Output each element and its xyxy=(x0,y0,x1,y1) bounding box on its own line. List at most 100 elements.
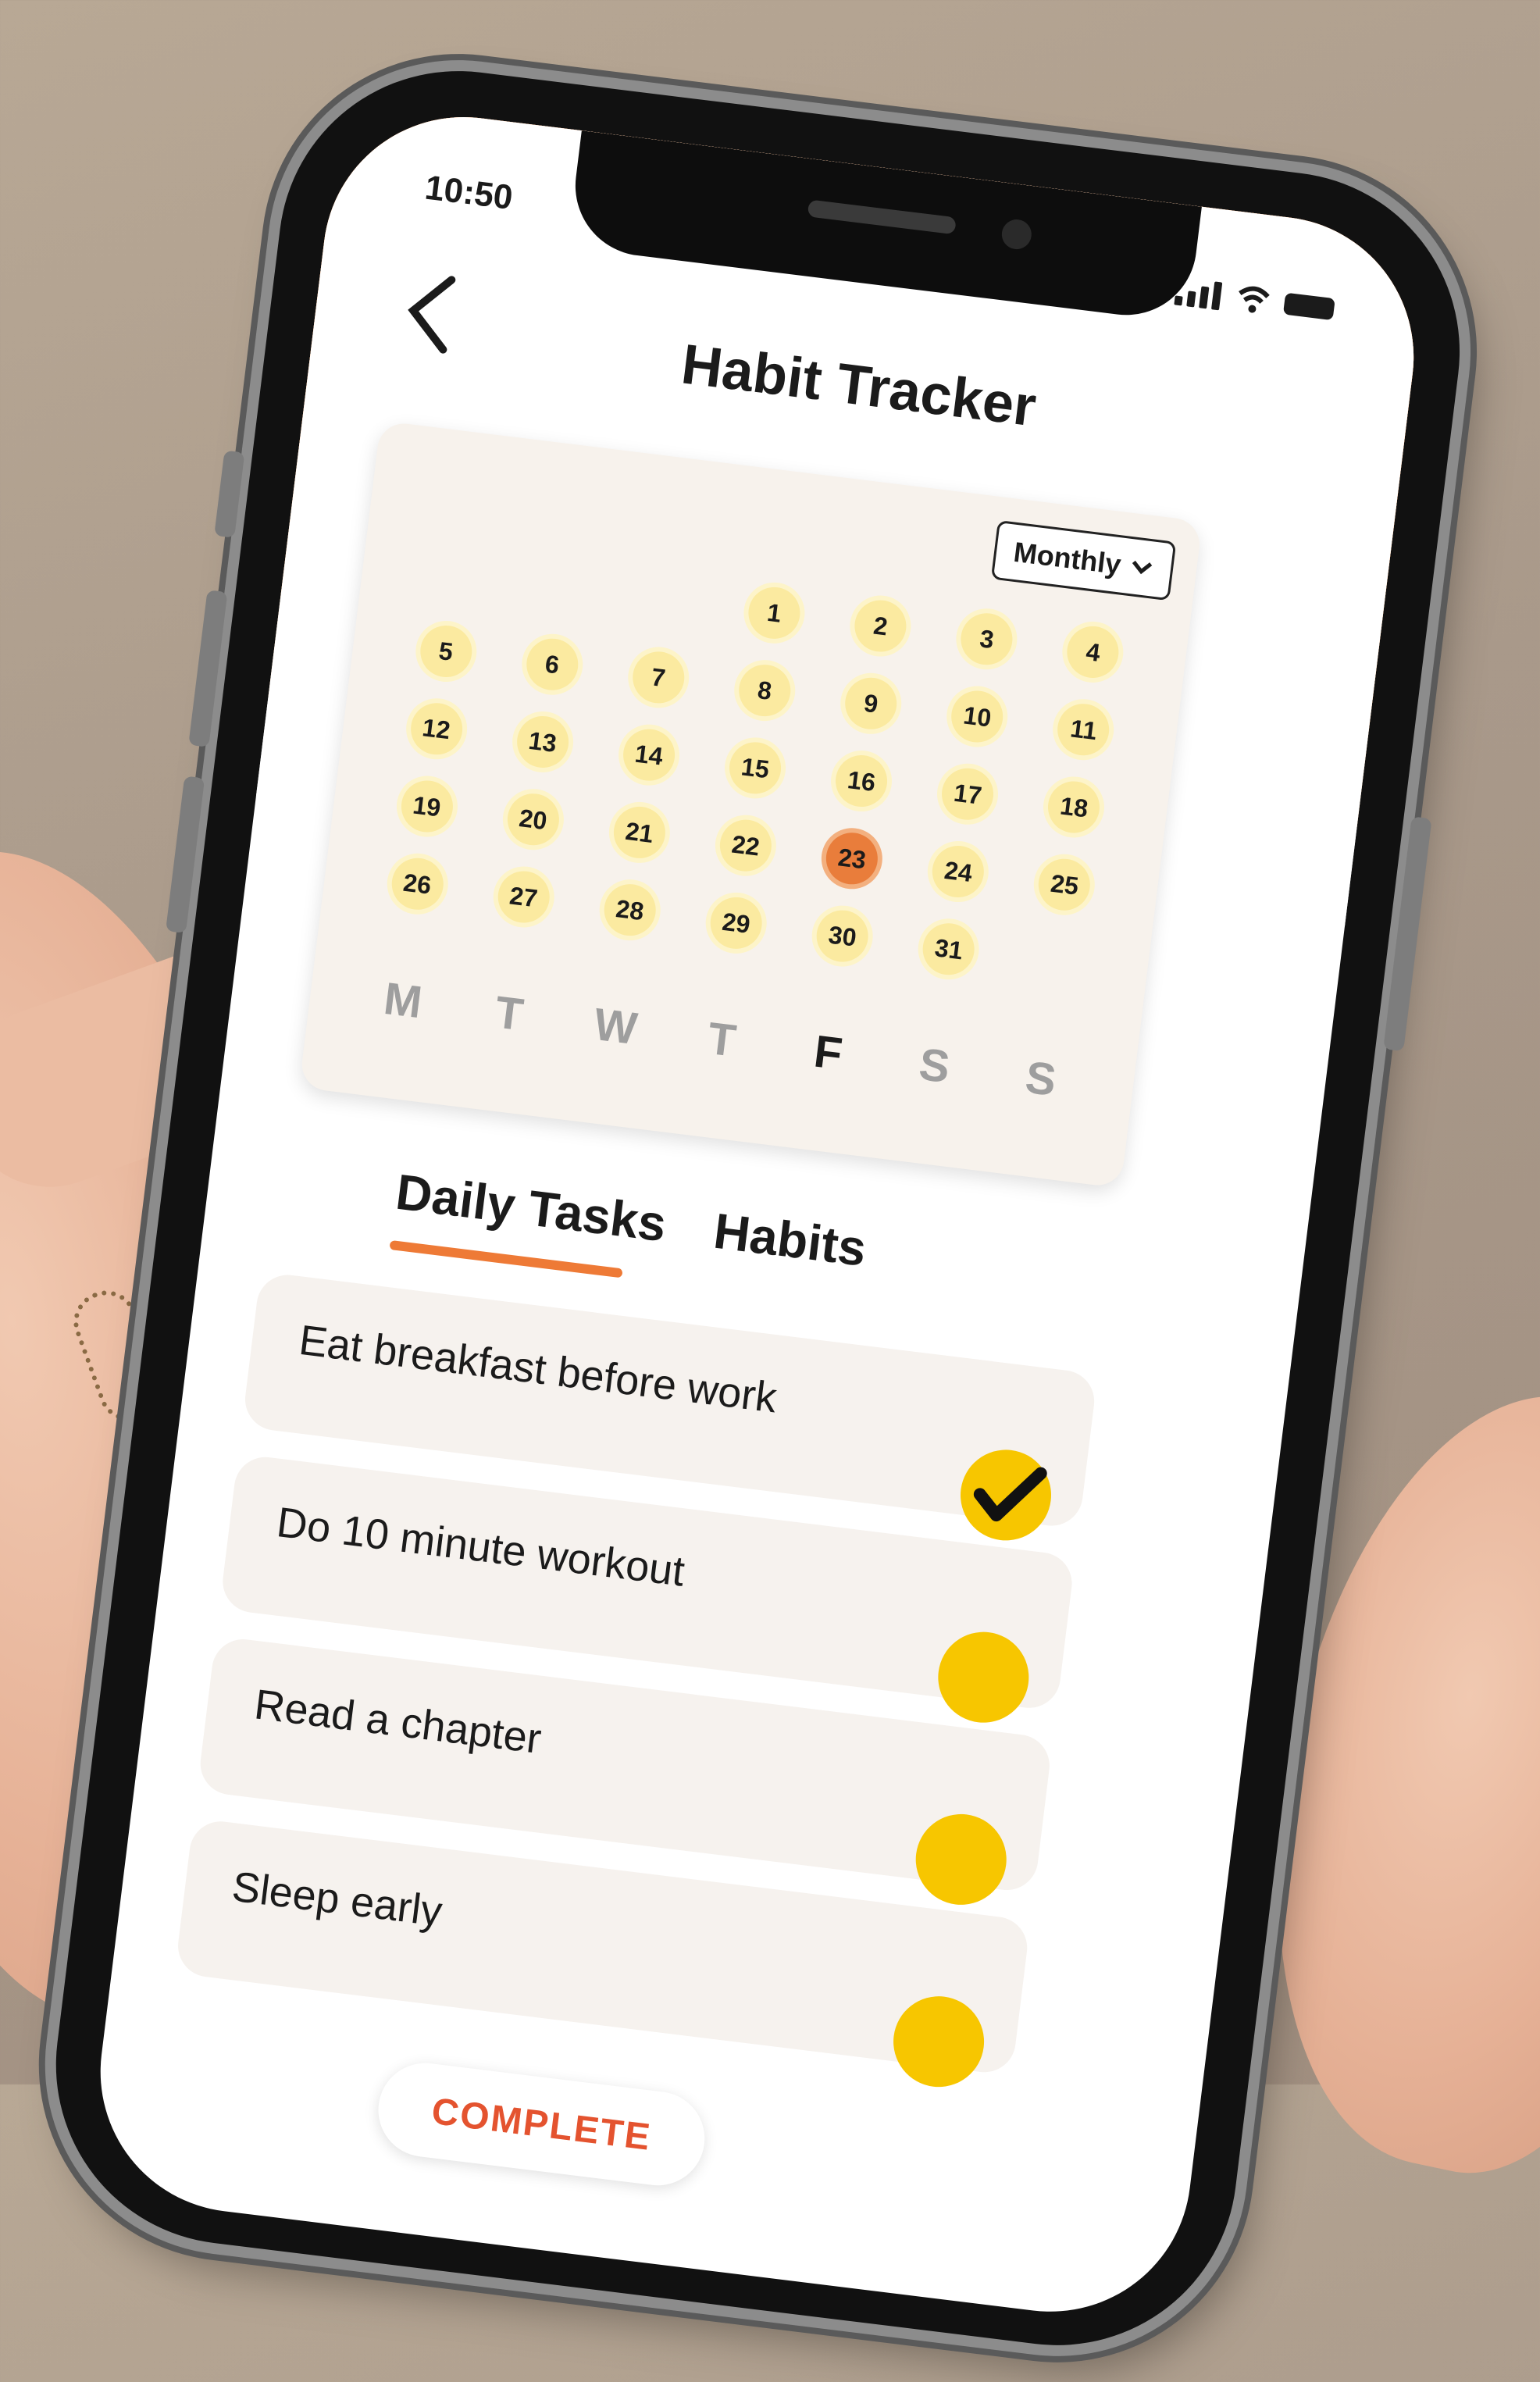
active-tab-indicator xyxy=(389,1239,623,1278)
weekday-label: S xyxy=(916,1039,953,1093)
calendar-day-cell: 13 xyxy=(487,710,599,774)
calendar-day[interactable]: 7 xyxy=(629,648,687,707)
calendar-day[interactable]: 11 xyxy=(1054,701,1113,759)
phone-frame: 10:50 Habit Tracker Monthly 123456 7 8 9… xyxy=(35,50,1481,2366)
calendar-day[interactable]: 28 xyxy=(601,881,659,939)
weekday-label: W xyxy=(591,998,640,1055)
calendar-day-today[interactable]: 23 xyxy=(823,829,881,888)
calendar-day[interactable]: 8 xyxy=(736,661,794,719)
calendar-day-cell: 12 xyxy=(380,697,493,761)
calendar-day-cell: 20 xyxy=(477,787,590,851)
calendar-day[interactable]: 30 xyxy=(814,907,872,965)
calendar-day[interactable]: 18 xyxy=(1045,778,1103,836)
calendar-day-cell: 27 xyxy=(467,865,579,929)
calendar-day[interactable]: 21 xyxy=(610,804,668,861)
calendar-blank-cell xyxy=(505,554,618,619)
phone-wrap: 10:50 Habit Tracker Monthly 123456 7 8 9… xyxy=(0,38,1540,2366)
calendar-day[interactable]: 29 xyxy=(707,894,765,952)
calendar-day[interactable]: 14 xyxy=(620,726,678,784)
task-label: Eat breakfast before work xyxy=(296,1316,779,1422)
task-checkbox-checked[interactable] xyxy=(955,1444,1057,1546)
calendar-day[interactable]: 24 xyxy=(929,843,987,900)
calendar-day-cell: 2 xyxy=(824,594,936,658)
task-label: Do 10 minute workout xyxy=(274,1499,687,1596)
task-checkbox[interactable] xyxy=(888,1991,989,2092)
calendar-day[interactable]: 19 xyxy=(397,777,456,836)
battery-icon xyxy=(1282,292,1335,321)
app-screen: 10:50 Habit Tracker Monthly 123456 7 8 9… xyxy=(84,101,1430,2328)
calendar-day[interactable]: 25 xyxy=(1036,855,1093,914)
calendar-day[interactable]: 31 xyxy=(920,920,978,979)
calendar-day-cell: 18 xyxy=(1018,775,1130,839)
calendar-day-cell: 24 xyxy=(902,840,1014,904)
calendar-blank-cell xyxy=(611,568,724,632)
calendar-day-cell: 22 xyxy=(690,814,802,878)
task-checkbox[interactable] xyxy=(932,1627,1034,1728)
task-checkbox[interactable] xyxy=(911,1809,1012,1910)
chevron-down-icon xyxy=(1132,560,1153,575)
weekday-label: S xyxy=(1022,1051,1059,1106)
calendar-day-cell: 26 xyxy=(361,852,473,916)
calendar-day[interactable]: 10 xyxy=(948,687,1007,746)
calendar-day[interactable]: 3 xyxy=(957,610,1016,669)
calendar-day[interactable]: 12 xyxy=(407,700,465,758)
calendar-day-cell: 15 xyxy=(699,736,811,800)
calendar-day[interactable]: 26 xyxy=(388,854,447,913)
calendar-day[interactable]: 13 xyxy=(514,713,572,771)
calendar-day-cell: 17 xyxy=(911,762,1024,826)
view-dropdown-label: Monthly xyxy=(1011,535,1123,581)
calendar-day[interactable]: 16 xyxy=(832,752,890,810)
weekday-label: T xyxy=(492,986,526,1041)
weekday-label: M xyxy=(381,972,425,1029)
calendar-day[interactable]: 22 xyxy=(717,816,775,875)
task-label: Sleep early xyxy=(229,1863,445,1936)
weekday-row: M T W T F S S xyxy=(347,968,1097,1111)
calendar-day-cell: 11 xyxy=(1028,697,1140,761)
calendar-day-cell: 28 xyxy=(573,878,686,942)
complete-button[interactable]: COMPLETE xyxy=(373,2057,711,2191)
tab-daily-tasks[interactable]: Daily Tasks xyxy=(393,1163,669,1253)
calendar-day-cell: 25 xyxy=(1008,853,1121,917)
calendar-day-cell: 9 xyxy=(815,672,927,736)
checkmark-icon xyxy=(973,1467,1047,1522)
calendar-day-cell: 29 xyxy=(680,891,793,955)
calendar-day-cell: 21 xyxy=(583,801,696,865)
calendar-day-cell: 3 xyxy=(931,607,1043,671)
calendar-day-cell: 1 xyxy=(718,581,830,645)
calendar-day[interactable]: 1 xyxy=(745,584,804,642)
signal-icon xyxy=(1174,276,1224,311)
calendar-day-cell: 14 xyxy=(593,723,705,787)
tab-habits[interactable]: Habits xyxy=(711,1202,869,1278)
calendar-day-cell: 23 xyxy=(796,826,908,890)
calendar-day-cell: 5 xyxy=(390,619,502,683)
calendar-day-cell: 7 xyxy=(602,645,715,709)
calendar-day-cell: 4 xyxy=(1037,620,1150,684)
calendar-day[interactable]: 17 xyxy=(939,765,997,823)
calendar-blank-cell xyxy=(399,542,512,606)
calendar-day[interactable]: 27 xyxy=(494,868,553,926)
weekday-label: T xyxy=(704,1012,739,1067)
front-camera xyxy=(1000,217,1034,251)
calendar-day[interactable]: 2 xyxy=(851,597,910,655)
calendar-day-cell: 16 xyxy=(805,749,918,813)
calendar-day[interactable]: 4 xyxy=(1064,623,1122,681)
weekday-label: F xyxy=(811,1025,845,1080)
calendar-day[interactable]: 20 xyxy=(504,790,562,848)
calendar-day-cell: 10 xyxy=(921,684,1033,748)
volume-up-button xyxy=(188,590,228,747)
calendar-day-cell: 30 xyxy=(786,904,899,968)
volume-down-button xyxy=(166,776,205,934)
calendar-day[interactable]: 15 xyxy=(726,739,784,797)
calendar-day[interactable]: 5 xyxy=(417,622,475,680)
task-label: Read a chapter xyxy=(251,1681,544,1763)
calendar-day-grid: 1 2 3 4 5 6 7 8 9 10 11 12 13 14 15 16 17 18 19 20 21 22 23 24 2… xyxy=(361,542,1150,995)
calendar-day-cell: 6 xyxy=(496,633,608,697)
calendar-day[interactable]: 6 xyxy=(523,635,581,694)
mute-switch xyxy=(214,450,245,538)
view-dropdown[interactable]: Monthly xyxy=(990,519,1177,601)
calendar-day[interactable]: 9 xyxy=(842,675,900,733)
calendar-day-cell: 8 xyxy=(708,658,821,722)
power-button xyxy=(1383,816,1432,1052)
calendar-day-cell: 31 xyxy=(893,917,1005,981)
earpiece-speaker xyxy=(807,199,957,235)
